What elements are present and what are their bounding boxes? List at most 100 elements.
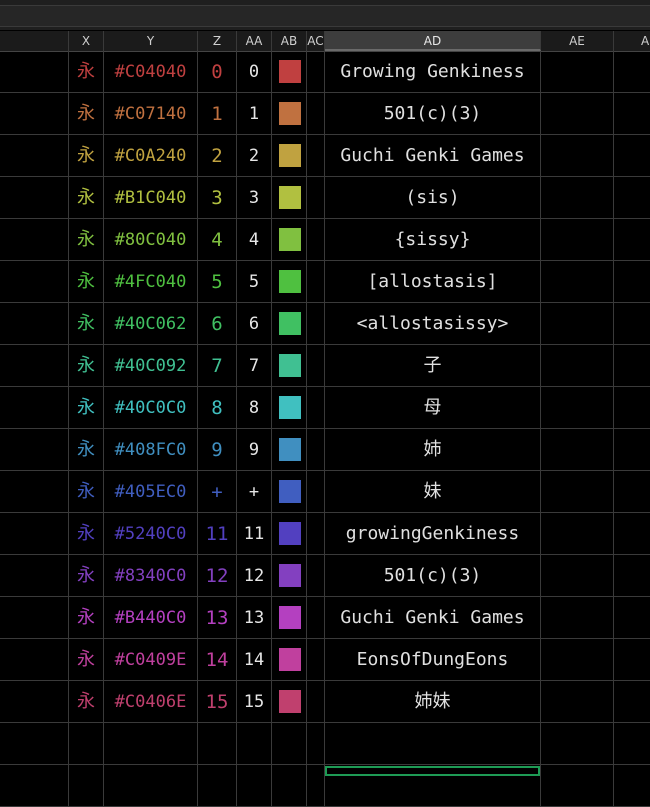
cell-z[interactable]: 4 bbox=[198, 219, 237, 261]
cell-ab[interactable] bbox=[272, 471, 307, 513]
cell-af[interactable] bbox=[614, 681, 650, 723]
cell-ab[interactable] bbox=[272, 303, 307, 345]
cell-z[interactable]: 0 bbox=[198, 51, 237, 93]
cell-z[interactable]: 9 bbox=[198, 429, 237, 471]
cell-af[interactable] bbox=[614, 639, 650, 681]
cell-y[interactable]: #C0A240 bbox=[104, 135, 198, 177]
cell-y[interactable]: #C04040 bbox=[104, 51, 198, 93]
cell-y[interactable] bbox=[104, 765, 198, 807]
cell-y[interactable]: #80C040 bbox=[104, 219, 198, 261]
cell-ab[interactable] bbox=[272, 93, 307, 135]
cell-ab[interactable] bbox=[272, 387, 307, 429]
cell-ab[interactable] bbox=[272, 345, 307, 387]
cell-aa[interactable]: 14 bbox=[237, 639, 272, 681]
cell-ae[interactable] bbox=[541, 345, 614, 387]
cell-aa[interactable]: 4 bbox=[237, 219, 272, 261]
cell-x[interactable]: 永 bbox=[69, 93, 104, 135]
cell-ad[interactable] bbox=[325, 723, 541, 765]
cell-aa[interactable]: 5 bbox=[237, 261, 272, 303]
cell-af[interactable] bbox=[614, 135, 650, 177]
cell-ab[interactable] bbox=[272, 219, 307, 261]
cell-af[interactable] bbox=[614, 93, 650, 135]
cell-ae[interactable] bbox=[541, 219, 614, 261]
cell-ae[interactable] bbox=[541, 135, 614, 177]
column-header-aa[interactable]: AA bbox=[237, 31, 272, 51]
cell-ac[interactable] bbox=[307, 639, 325, 681]
cell-ad[interactable]: 妹 bbox=[325, 471, 541, 513]
cell-x[interactable] bbox=[69, 765, 104, 807]
cell-blank[interactable] bbox=[0, 765, 69, 807]
cell-blank[interactable] bbox=[0, 135, 69, 177]
cell-blank[interactable] bbox=[0, 513, 69, 555]
cell-ae[interactable] bbox=[541, 177, 614, 219]
cell-ac[interactable] bbox=[307, 555, 325, 597]
cell-y[interactable]: #4FC040 bbox=[104, 261, 198, 303]
cell-ae[interactable] bbox=[541, 471, 614, 513]
cell-blank[interactable] bbox=[0, 681, 69, 723]
cell-blank[interactable] bbox=[0, 429, 69, 471]
cell-ae[interactable] bbox=[541, 429, 614, 471]
cell-x[interactable] bbox=[69, 723, 104, 765]
cell-x[interactable]: 永 bbox=[69, 261, 104, 303]
cell-z[interactable]: 3 bbox=[198, 177, 237, 219]
cell-ad[interactable]: {sissy} bbox=[325, 219, 541, 261]
cell-af[interactable] bbox=[614, 261, 650, 303]
cell-z[interactable]: 6 bbox=[198, 303, 237, 345]
cell-ab[interactable] bbox=[272, 261, 307, 303]
cell-y[interactable]: #408FC0 bbox=[104, 429, 198, 471]
cell-ad[interactable]: 姉 bbox=[325, 429, 541, 471]
cell-ab[interactable] bbox=[272, 681, 307, 723]
cell-x[interactable]: 永 bbox=[69, 303, 104, 345]
cell-y[interactable]: #5240C0 bbox=[104, 513, 198, 555]
cell-af[interactable] bbox=[614, 219, 650, 261]
formula-bar[interactable] bbox=[0, 5, 650, 27]
cell-af[interactable] bbox=[614, 177, 650, 219]
cell-x[interactable]: 永 bbox=[69, 681, 104, 723]
cell-aa[interactable]: 11 bbox=[237, 513, 272, 555]
cell-ac[interactable] bbox=[307, 681, 325, 723]
cell-ad[interactable]: Growing Genkiness bbox=[325, 51, 541, 93]
cell-ad[interactable]: Guchi Genki Games bbox=[325, 135, 541, 177]
cell-ad[interactable]: EonsOfDungEons bbox=[325, 639, 541, 681]
cell-ac[interactable] bbox=[307, 219, 325, 261]
cell-x[interactable]: 永 bbox=[69, 51, 104, 93]
cell-af[interactable] bbox=[614, 429, 650, 471]
cell-af[interactable] bbox=[614, 471, 650, 513]
cell-ae[interactable] bbox=[541, 51, 614, 93]
column-header-x[interactable]: X bbox=[69, 31, 104, 51]
cell-af[interactable] bbox=[614, 765, 650, 807]
cell-aa[interactable]: 0 bbox=[237, 51, 272, 93]
cell-ad[interactable]: 501(c)(3) bbox=[325, 555, 541, 597]
cell-ac[interactable] bbox=[307, 513, 325, 555]
cell-z[interactable] bbox=[198, 765, 237, 807]
cell-af[interactable] bbox=[614, 51, 650, 93]
cell-aa[interactable]: 3 bbox=[237, 177, 272, 219]
column-header-ad[interactable]: AD bbox=[325, 31, 541, 51]
cell-ad[interactable]: (sis) bbox=[325, 177, 541, 219]
cell-ad[interactable]: 子 bbox=[325, 345, 541, 387]
cell-af[interactable] bbox=[614, 387, 650, 429]
cell-aa[interactable]: 12 bbox=[237, 555, 272, 597]
cell-x[interactable]: 永 bbox=[69, 429, 104, 471]
cell-ae[interactable] bbox=[541, 723, 614, 765]
cell-ac[interactable] bbox=[307, 345, 325, 387]
cell-blank[interactable] bbox=[0, 177, 69, 219]
cell-z[interactable]: 8 bbox=[198, 387, 237, 429]
cell-ab[interactable] bbox=[272, 597, 307, 639]
cell-blank[interactable] bbox=[0, 93, 69, 135]
cell-aa[interactable]: 9 bbox=[237, 429, 272, 471]
cell-y[interactable]: #B1C040 bbox=[104, 177, 198, 219]
cell-x[interactable]: 永 bbox=[69, 135, 104, 177]
cell-y[interactable]: #8340C0 bbox=[104, 555, 198, 597]
cell-z[interactable]: 12 bbox=[198, 555, 237, 597]
cell-ad[interactable]: [allostasis] bbox=[325, 261, 541, 303]
cell-aa[interactable]: 1 bbox=[237, 93, 272, 135]
cell-af[interactable] bbox=[614, 723, 650, 765]
cell-z[interactable]: 2 bbox=[198, 135, 237, 177]
cell-af[interactable] bbox=[614, 555, 650, 597]
cell-x[interactable]: 永 bbox=[69, 219, 104, 261]
cell-aa[interactable]: 15 bbox=[237, 681, 272, 723]
cell-ae[interactable] bbox=[541, 93, 614, 135]
cell-ac[interactable] bbox=[307, 597, 325, 639]
cell-ac[interactable] bbox=[307, 723, 325, 765]
